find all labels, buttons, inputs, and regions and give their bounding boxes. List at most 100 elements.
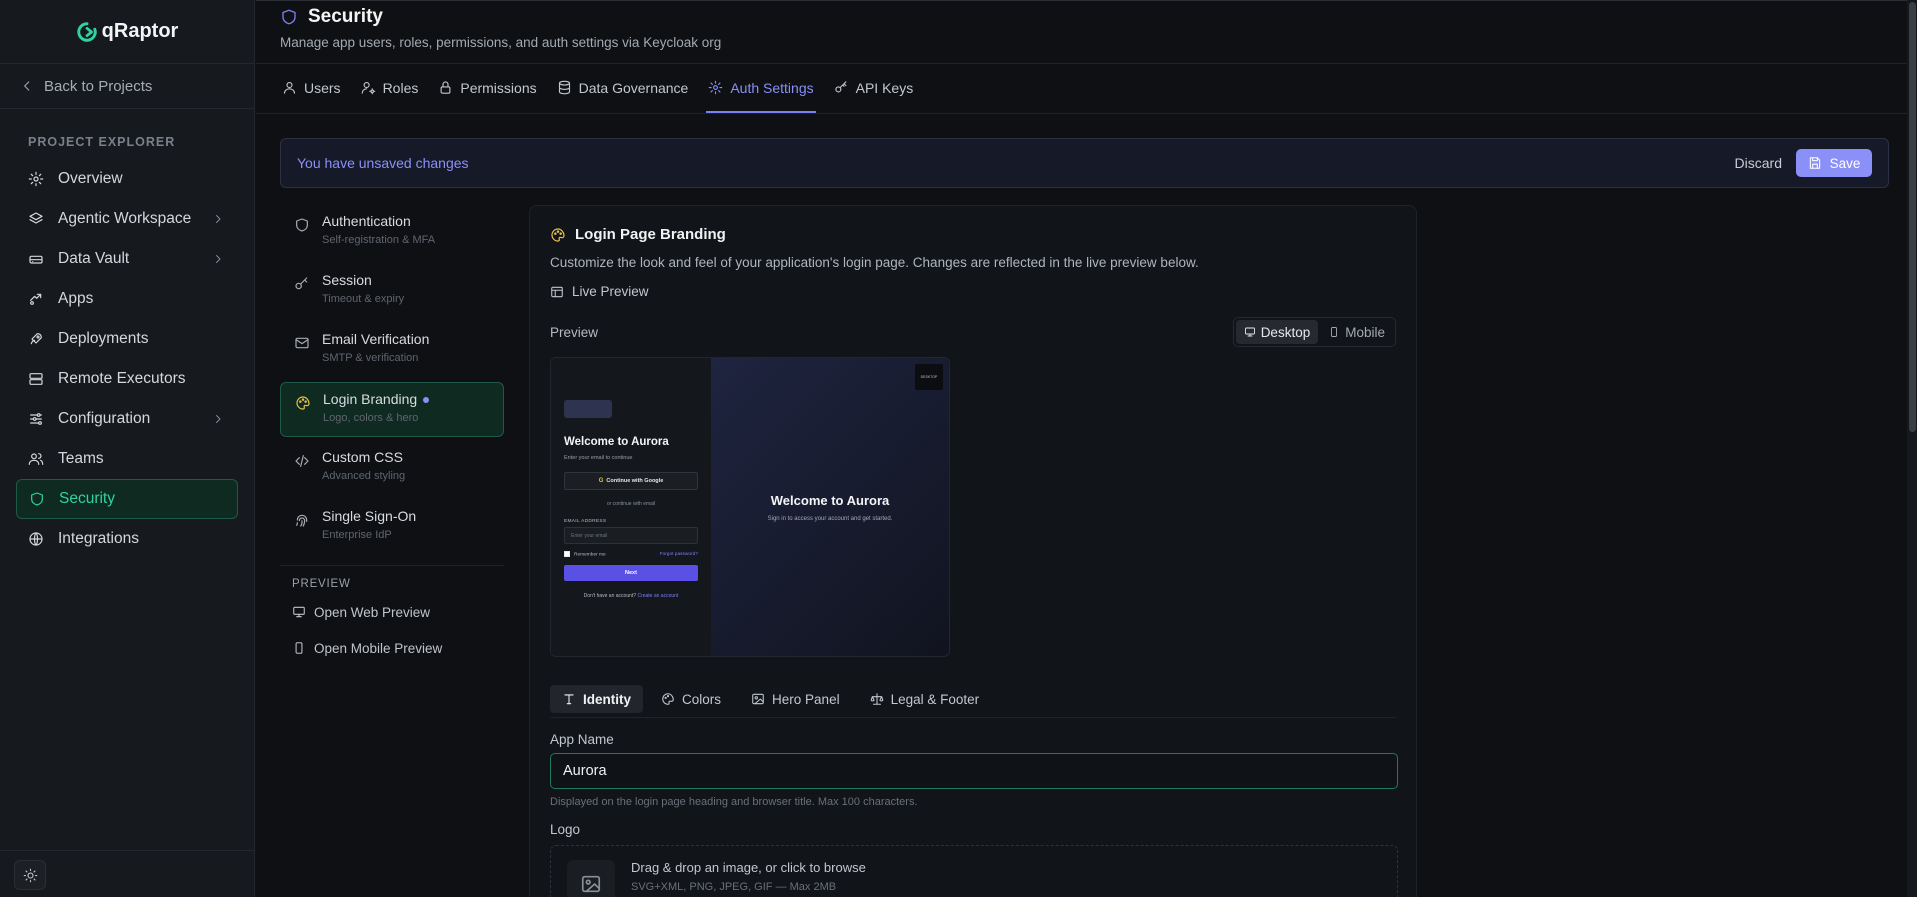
settings-item-email-verification[interactable]: Email Verification SMTP & verification (280, 323, 504, 378)
shield-icon (296, 218, 308, 232)
preview-checkbox (564, 551, 570, 557)
sidebar-item-integrations[interactable]: Integrations (16, 519, 238, 559)
preview-remember-label: Remember me (574, 552, 606, 558)
save-label: Save (1829, 155, 1861, 171)
settings-item-title: Session (322, 272, 372, 288)
sidebar-item-label: Data Vault (58, 250, 130, 267)
palette-icon (551, 227, 565, 242)
tab-users[interactable]: Users (280, 64, 343, 113)
app-name-input[interactable] (550, 753, 1398, 789)
subtab-label: Legal & Footer (890, 691, 980, 707)
preview-google-label: Continue with Google (606, 478, 664, 484)
security-tabs: Users Roles Permissions Data Governance … (256, 64, 1917, 114)
chevron-right-icon (216, 415, 221, 423)
branding-subtabs: Identity Colors Hero Panel Legal & Foote… (550, 685, 1396, 718)
sidebar-item-security[interactable]: Security (16, 479, 238, 519)
scrollbar-thumb[interactable] (1909, 2, 1916, 432)
live-preview-label: Live Preview (572, 284, 649, 299)
tab-label: Data Governance (578, 79, 689, 96)
sidebar-item-remote-executors[interactable]: Remote Executors (16, 359, 238, 399)
sidebar-item-agentic-workspace[interactable]: Agentic Workspace (16, 199, 238, 239)
settings-item-session[interactable]: Session Timeout & expiry (280, 264, 504, 319)
tab-auth-settings[interactable]: Auth Settings (706, 64, 816, 113)
sidebar-item-label: Teams (58, 450, 104, 467)
gear-icon (709, 80, 723, 95)
preview-no-account: Don't have an account? (583, 593, 637, 600)
settings-item-authentication[interactable]: Authentication Self-registration & MFA (280, 205, 504, 260)
save-button[interactable]: Save (1796, 149, 1872, 177)
layout-icon (551, 286, 563, 297)
palette-icon (662, 693, 674, 705)
layers-icon (29, 212, 43, 224)
sidebar-item-label: Apps (58, 290, 94, 307)
card-title-text: Login Page Branding (575, 226, 726, 243)
preview-divider-text: or continue with email (606, 501, 656, 507)
preview-google-button: G Continue with Google (564, 472, 698, 490)
discard-button[interactable]: Discard (1735, 155, 1782, 171)
open-web-preview-link[interactable]: Open Web Preview (280, 594, 504, 630)
tab-api-keys[interactable]: API Keys (832, 64, 916, 113)
palette-icon (296, 396, 310, 410)
settings-item-title: Single Sign-On (322, 508, 417, 524)
users-icon (28, 453, 44, 465)
key-icon (834, 81, 847, 93)
sidebar: qRaptor Back to Projects PROJECT EXPLORE… (0, 0, 255, 897)
smartphone-icon (295, 642, 303, 654)
settings-item-subtitle: Self-registration & MFA (322, 234, 436, 246)
sidebar-item-deployments[interactable]: Deployments (16, 319, 238, 359)
settings-item-custom-css[interactable]: Custom CSS Advanced styling (280, 441, 504, 496)
subtab-colors[interactable]: Colors (649, 685, 733, 713)
preview-forgot-link: Forgot password? (659, 551, 698, 557)
sun-icon (23, 868, 37, 882)
shield-icon (282, 9, 296, 25)
sidebar-footer (0, 850, 255, 897)
unsaved-message: You have unsaved changes (297, 155, 469, 171)
shield-icon (31, 492, 43, 506)
settings-item-login-branding[interactable]: Login Branding Logo, colors & hero (280, 382, 504, 437)
key-icon (295, 277, 308, 290)
unsaved-changes-bar: You have unsaved changes Discard Save (280, 138, 1889, 188)
theme-toggle-button[interactable] (14, 860, 46, 890)
sidebar-item-label: Deployments (58, 330, 149, 347)
unsaved-actions: Discard Save (1735, 149, 1872, 177)
page-scrollbar[interactable] (1907, 0, 1917, 897)
server-icon (29, 373, 43, 385)
drive-icon (29, 255, 43, 264)
app-name-label: App Name (550, 732, 614, 747)
sidebar-item-overview[interactable]: Overview (16, 159, 238, 199)
tab-label: Auth Settings (730, 79, 814, 96)
tab-label: Users (304, 79, 341, 96)
tab-data-governance[interactable]: Data Governance (555, 64, 691, 113)
subtab-hero-panel[interactable]: Hero Panel (739, 685, 852, 713)
open-mobile-preview-link[interactable]: Open Mobile Preview (280, 630, 504, 666)
subtab-legal-footer[interactable]: Legal & Footer (858, 685, 992, 713)
sidebar-item-teams[interactable]: Teams (16, 439, 238, 479)
logo-dropzone[interactable]: Drag & drop an image, or click to browse… (550, 845, 1398, 897)
settings-item-title: Email Verification (322, 331, 430, 347)
page-title: Security (280, 6, 1917, 28)
device-label: Mobile (1345, 324, 1385, 340)
preview-email-label: EMAIL ADDRESS (564, 519, 607, 524)
tab-permissions[interactable]: Permissions (436, 64, 538, 113)
subtab-label: Hero Panel (772, 691, 840, 707)
subtab-identity[interactable]: Identity (550, 685, 644, 713)
sidebar-item-data-vault[interactable]: Data Vault (16, 239, 238, 279)
brand[interactable]: qRaptor (0, 0, 254, 64)
main-content: Security Manage app users, roles, permis… (256, 0, 1917, 897)
tab-roles[interactable]: Roles (359, 64, 421, 113)
device-mobile-button[interactable]: Mobile (1320, 320, 1393, 344)
sidebar-nav: Overview Agentic Workspace Data Vault Ap… (0, 159, 254, 559)
qraptor-logo-icon (77, 21, 97, 42)
sidebar-item-apps[interactable]: Apps (16, 279, 238, 319)
preview-label: Preview (550, 324, 599, 340)
live-preview-toggle[interactable]: Live Preview (550, 284, 1396, 299)
login-branding-card: Login Page Branding Customize the look a… (529, 205, 1417, 897)
back-to-projects-link[interactable]: Back to Projects (0, 64, 254, 109)
sidebar-item-configuration[interactable]: Configuration (16, 399, 238, 439)
device-desktop-button[interactable]: Desktop (1235, 320, 1319, 344)
monitor-icon (1244, 327, 1255, 337)
fingerprint-icon (296, 514, 308, 527)
settings-item-single-sign-on[interactable]: Single Sign-On Enterprise IdP (280, 500, 504, 555)
user-icon (283, 81, 296, 94)
auth-settings-menu: Authentication Self-registration & MFA Se… (280, 205, 504, 666)
